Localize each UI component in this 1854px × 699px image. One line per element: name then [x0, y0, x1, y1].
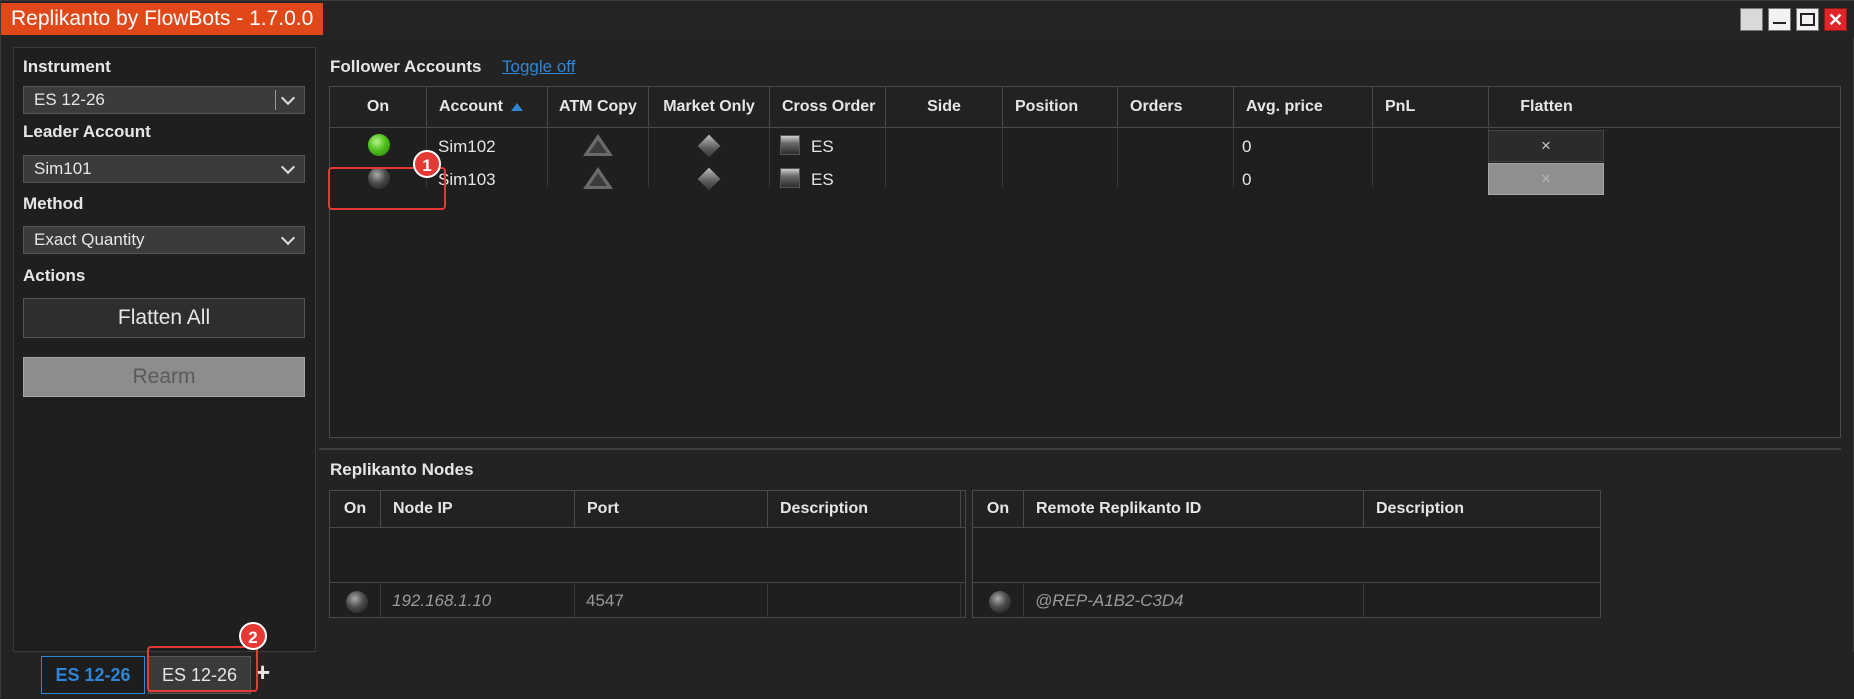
market-only-toggle-icon[interactable] — [697, 167, 721, 191]
col-description[interactable]: Description — [768, 491, 961, 527]
flatten-row-button[interactable]: × — [1488, 130, 1604, 162]
col-cross-order[interactable]: Cross Order — [770, 87, 886, 127]
node-ip-grid: On Node IP Port Description 192.168.1.10… — [329, 490, 966, 618]
led-off-icon[interactable] — [346, 591, 368, 613]
leader-account-value: Sim101 — [34, 159, 92, 178]
maximize-button[interactable] — [1796, 8, 1819, 31]
cross-order-toggle-icon[interactable] — [780, 135, 800, 155]
col-divider — [1233, 127, 1234, 187]
col-divider — [769, 127, 770, 187]
actions-label: Actions — [23, 266, 86, 285]
rearm-button[interactable]: Rearm — [23, 357, 305, 397]
col-account[interactable]: Account — [427, 87, 548, 127]
led-on-icon[interactable] — [368, 134, 390, 156]
col-divider — [574, 582, 575, 618]
sort-ascending-icon — [511, 102, 523, 111]
col-on[interactable]: On — [973, 491, 1024, 527]
restore-icon[interactable] — [1740, 8, 1763, 31]
col-position[interactable]: Position — [1003, 87, 1118, 127]
col-flatten[interactable]: Flatten — [1489, 87, 1604, 127]
col-on[interactable]: On — [330, 491, 381, 527]
select-divider — [275, 90, 276, 110]
col-description[interactable]: Description — [1364, 491, 1600, 527]
col-avg-price[interactable]: Avg. price — [1234, 87, 1373, 127]
row-divider — [973, 582, 1600, 583]
replikanto-nodes-title: Replikanto Nodes — [330, 460, 474, 479]
follower-accounts-grid: On Account ATM Copy Market Only Cross Or… — [329, 86, 1841, 438]
col-account-label: Account — [439, 98, 503, 115]
cross-order-cell: ES — [811, 137, 834, 156]
instrument-label: Instrument — [23, 57, 111, 76]
col-on[interactable]: On — [330, 87, 427, 127]
annotation-badge-1: 1 — [413, 150, 441, 178]
avg-price-cell: 0 — [1242, 137, 1252, 156]
row-divider — [330, 582, 965, 583]
col-divider — [1002, 127, 1003, 187]
grid-header: On Account ATM Copy Market Only Cross Or… — [330, 87, 1840, 128]
grid-header: On Remote Replikanto ID Description — [973, 491, 1600, 528]
method-label: Method — [23, 194, 84, 213]
follower-accounts-section: Follower Accounts Toggle off On Account … — [319, 47, 1841, 445]
port-cell: 4547 — [586, 591, 624, 610]
window-title: Replikanto by FlowBots - 1.7.0.0 — [1, 3, 324, 35]
follower-accounts-title: Follower Accounts — [330, 57, 482, 76]
toggle-off-link[interactable]: Toggle off — [502, 57, 575, 77]
col-divider — [380, 582, 381, 618]
leader-account-select[interactable]: Sim101 — [23, 155, 305, 183]
col-divider — [1372, 127, 1373, 187]
chevron-down-icon[interactable] — [278, 156, 298, 182]
panel-splitter[interactable] — [319, 448, 1841, 450]
col-divider — [885, 127, 886, 187]
atm-copy-toggle-icon[interactable] — [583, 134, 613, 156]
chevron-down-icon[interactable] — [278, 87, 298, 113]
account-cell: Sim102 — [438, 137, 496, 156]
instrument-select[interactable]: ES 12-26 — [23, 86, 305, 114]
col-divider — [767, 582, 768, 618]
cross-order-toggle-icon[interactable] — [780, 168, 800, 188]
led-off-icon[interactable] — [989, 591, 1011, 613]
method-select[interactable]: Exact Quantity — [23, 226, 305, 254]
atm-copy-toggle-icon[interactable] — [583, 167, 613, 189]
method-value: Exact Quantity — [34, 230, 145, 249]
leader-account-label: Leader Account — [23, 122, 151, 141]
col-node-ip[interactable]: Node IP — [381, 491, 575, 527]
col-divider — [1023, 582, 1024, 618]
title-bar: Replikanto by FlowBots - 1.7.0.0 ✕ — [1, 1, 1854, 37]
col-orders[interactable]: Orders — [1118, 87, 1234, 127]
col-side[interactable]: Side — [886, 87, 1003, 127]
instrument-tab-bar: ES 12-26 ES 12-26 + — [1, 652, 1854, 699]
settings-panel: Instrument ES 12-26 Leader Account Sim10… — [13, 47, 316, 652]
cross-order-cell: ES — [811, 170, 834, 189]
app-window: Replikanto by FlowBots - 1.7.0.0 ✕ Instr… — [0, 0, 1854, 699]
remote-id-cell: @REP-A1B2-C3D4 — [1035, 591, 1184, 610]
flatten-row-button[interactable]: × — [1488, 163, 1604, 195]
instrument-value: ES 12-26 — [34, 90, 105, 109]
avg-price-cell: 0 — [1242, 170, 1252, 189]
col-remote-id[interactable]: Remote Replikanto ID — [1024, 491, 1364, 527]
market-only-toggle-icon[interactable] — [697, 134, 721, 158]
replikanto-nodes-section: Replikanto Nodes On Node IP Port Descrip… — [319, 456, 1841, 652]
col-divider — [547, 127, 548, 187]
col-divider — [1117, 127, 1118, 187]
annotation-box-2 — [147, 646, 258, 692]
chevron-down-icon[interactable] — [278, 227, 298, 253]
col-divider — [960, 582, 961, 618]
remote-id-grid: On Remote Replikanto ID Description @REP… — [972, 490, 1601, 618]
minimize-button[interactable] — [1768, 8, 1791, 31]
annotation-badge-2: 2 — [239, 622, 267, 650]
col-divider — [648, 127, 649, 187]
col-market-only[interactable]: Market Only — [649, 87, 770, 127]
tab-es-12-26-active[interactable]: ES 12-26 — [41, 656, 145, 694]
col-divider — [1363, 582, 1364, 618]
col-pnl[interactable]: PnL — [1373, 87, 1489, 127]
col-port[interactable]: Port — [575, 491, 768, 527]
col-atm-copy[interactable]: ATM Copy — [548, 87, 649, 127]
flatten-all-button[interactable]: Flatten All — [23, 298, 305, 338]
account-cell: Sim103 — [438, 170, 496, 189]
close-button[interactable]: ✕ — [1824, 8, 1847, 31]
node-ip-cell: 192.168.1.10 — [392, 591, 492, 610]
grid-header: On Node IP Port Description — [330, 491, 965, 528]
